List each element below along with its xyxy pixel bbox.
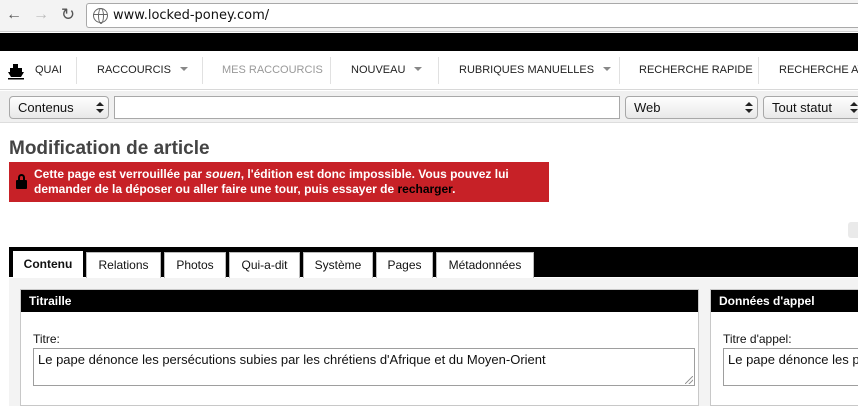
call-title-value: Le pape dénonce les persécutions subies … xyxy=(728,352,858,367)
select-arrows-icon xyxy=(850,100,858,115)
tab-contenu[interactable]: Contenu xyxy=(13,251,83,279)
alert-text-1: Cette page est verrouillée par xyxy=(34,167,206,181)
browser-toolbar: ← → ↻ www.locked-poney.com/ xyxy=(0,0,858,32)
alert-text-3: . xyxy=(452,182,456,196)
menu-separator xyxy=(76,57,77,84)
channel-value: Web xyxy=(634,100,661,115)
menu-item-nouveau[interactable]: Nouveau xyxy=(351,51,423,89)
forward-arrow-icon[interactable]: → xyxy=(32,6,50,24)
resize-grip-icon[interactable] xyxy=(685,376,693,384)
menu-separator xyxy=(438,57,439,84)
menu-item-mes-raccourcis[interactable]: Mes raccourcis xyxy=(222,51,323,89)
boat-icon xyxy=(8,64,24,80)
globe-icon xyxy=(93,8,108,24)
menu-item-rubriques-manuelles[interactable]: Rubriques manuelles xyxy=(459,51,612,89)
alert-user: souen xyxy=(205,167,241,181)
select-arrows-icon xyxy=(745,100,753,115)
lock-alert: Cette page est verrouillée par souen, l'… xyxy=(9,162,549,202)
lock-icon xyxy=(16,174,27,189)
tab-relations[interactable]: Relations xyxy=(86,252,161,278)
search-input[interactable] xyxy=(114,96,620,119)
tab-metadonnees[interactable]: Métadonnées xyxy=(436,252,534,278)
main-menu: Quai Raccourcis Mes raccourcis Nouveau R… xyxy=(0,51,858,90)
call-title-textarea[interactable]: Le pape dénonce les persécutions subies … xyxy=(723,348,858,386)
menu-separator xyxy=(330,57,331,84)
menu-item-raccourcis[interactable]: Raccourcis xyxy=(97,51,188,89)
url-text: www.locked-poney.com/ xyxy=(113,8,270,23)
menu-item-label: Raccourcis xyxy=(97,64,171,76)
top-black-band xyxy=(0,33,858,51)
select-arrows-icon xyxy=(96,100,104,115)
chevron-down-icon xyxy=(179,67,188,72)
donnees-appel-panel: Données d'appel Titre d'appel: Le pape d… xyxy=(710,289,858,406)
search-bar: Contenus Web Tout statut xyxy=(0,91,858,123)
title-value: Le pape dénonce les persécutions subies … xyxy=(38,352,546,367)
content-type-value: Contenus xyxy=(18,100,74,115)
tab-systeme[interactable]: Système xyxy=(303,252,373,278)
channel-select[interactable]: Web xyxy=(625,96,758,119)
page-title: Modification de article xyxy=(9,138,210,159)
tab-photos[interactable]: Photos xyxy=(164,252,226,278)
title-textarea[interactable]: Le pape dénonce les persécutions subies … xyxy=(33,348,695,386)
back-arrow-icon[interactable]: ← xyxy=(5,6,23,24)
tab-pages[interactable]: Pages xyxy=(376,252,433,278)
menu-item-label: Rubriques manuelles xyxy=(459,64,595,76)
content-type-select[interactable]: Contenus xyxy=(9,96,109,119)
menu-item-recherche-avancee[interactable]: Recherche av xyxy=(779,51,858,89)
tab-qui-a-dit[interactable]: Qui-a-dit xyxy=(229,252,300,278)
menu-item-label: Nouveau xyxy=(351,64,406,76)
reload-link[interactable]: recharger xyxy=(397,182,452,196)
panel-header: Données d'appel xyxy=(711,290,858,312)
menu-separator xyxy=(202,57,203,84)
menu-separator xyxy=(758,57,759,84)
menu-item-quai[interactable]: Quai xyxy=(35,51,62,89)
status-value: Tout statut xyxy=(772,100,832,115)
title-label: Titre: xyxy=(33,332,60,346)
status-select[interactable]: Tout statut xyxy=(763,96,858,119)
menu-separator xyxy=(619,57,620,84)
chevron-down-icon xyxy=(414,67,423,72)
reload-icon[interactable]: ↻ xyxy=(59,6,77,24)
call-title-label: Titre d'appel: xyxy=(723,332,792,346)
menu-item-recherche-rapide[interactable]: Recherche rapide xyxy=(639,51,753,89)
side-handle[interactable] xyxy=(848,222,858,238)
titraille-panel: Titraille Titre: Le pape dénonce les per… xyxy=(20,289,699,406)
address-bar[interactable]: www.locked-poney.com/ xyxy=(86,3,858,28)
chevron-down-icon xyxy=(603,67,612,72)
panel-header: Titraille xyxy=(21,290,698,312)
